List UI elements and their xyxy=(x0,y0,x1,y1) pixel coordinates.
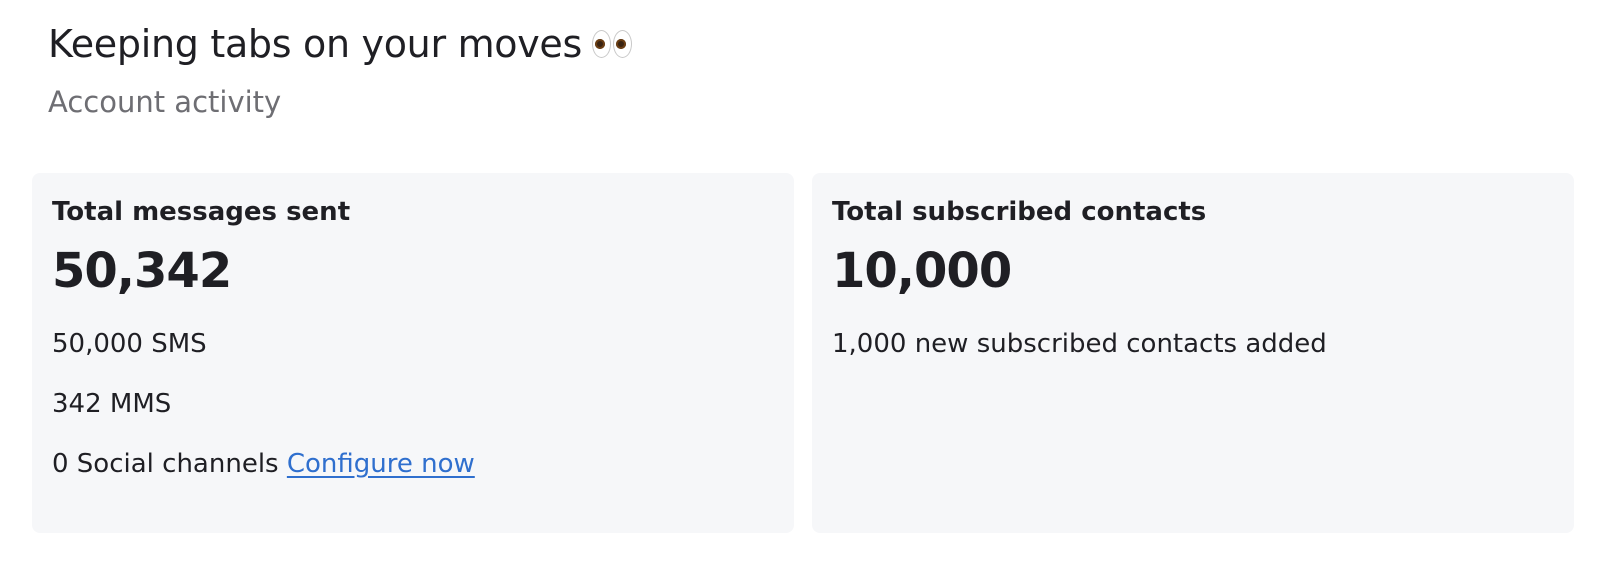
social-channels-count: 0 Social channels xyxy=(52,449,279,479)
social-channels-row: 0 Social channels Configure now xyxy=(52,447,774,481)
messages-total-value: 50,342 xyxy=(52,243,232,299)
page-title: Keeping tabs on your moves xyxy=(48,18,632,70)
contacts-card: Total subscribed contacts 10,000 1,000 n… xyxy=(812,173,1574,533)
messages-card-heading: Total messages sent xyxy=(52,197,351,227)
configure-now-link[interactable]: Configure now xyxy=(287,449,475,479)
page-header: Keeping tabs on your moves Account activ… xyxy=(48,18,632,122)
mms-count: 342 MMS xyxy=(52,389,172,419)
left-eye-icon xyxy=(592,30,611,58)
messages-card: Total messages sent 50,342 50,000 SMS 34… xyxy=(32,173,794,533)
page-subtitle: Account activity xyxy=(48,85,282,119)
eyes-icon xyxy=(592,30,632,58)
contacts-card-heading: Total subscribed contacts xyxy=(832,197,1207,227)
page-title-text: Keeping tabs on your moves xyxy=(48,22,582,66)
contacts-total-value: 10,000 xyxy=(832,243,1012,299)
sms-count: 50,000 SMS xyxy=(52,329,207,359)
right-eye-icon xyxy=(613,30,632,58)
new-contacts-added: 1,000 new subscribed contacts added xyxy=(832,329,1327,359)
